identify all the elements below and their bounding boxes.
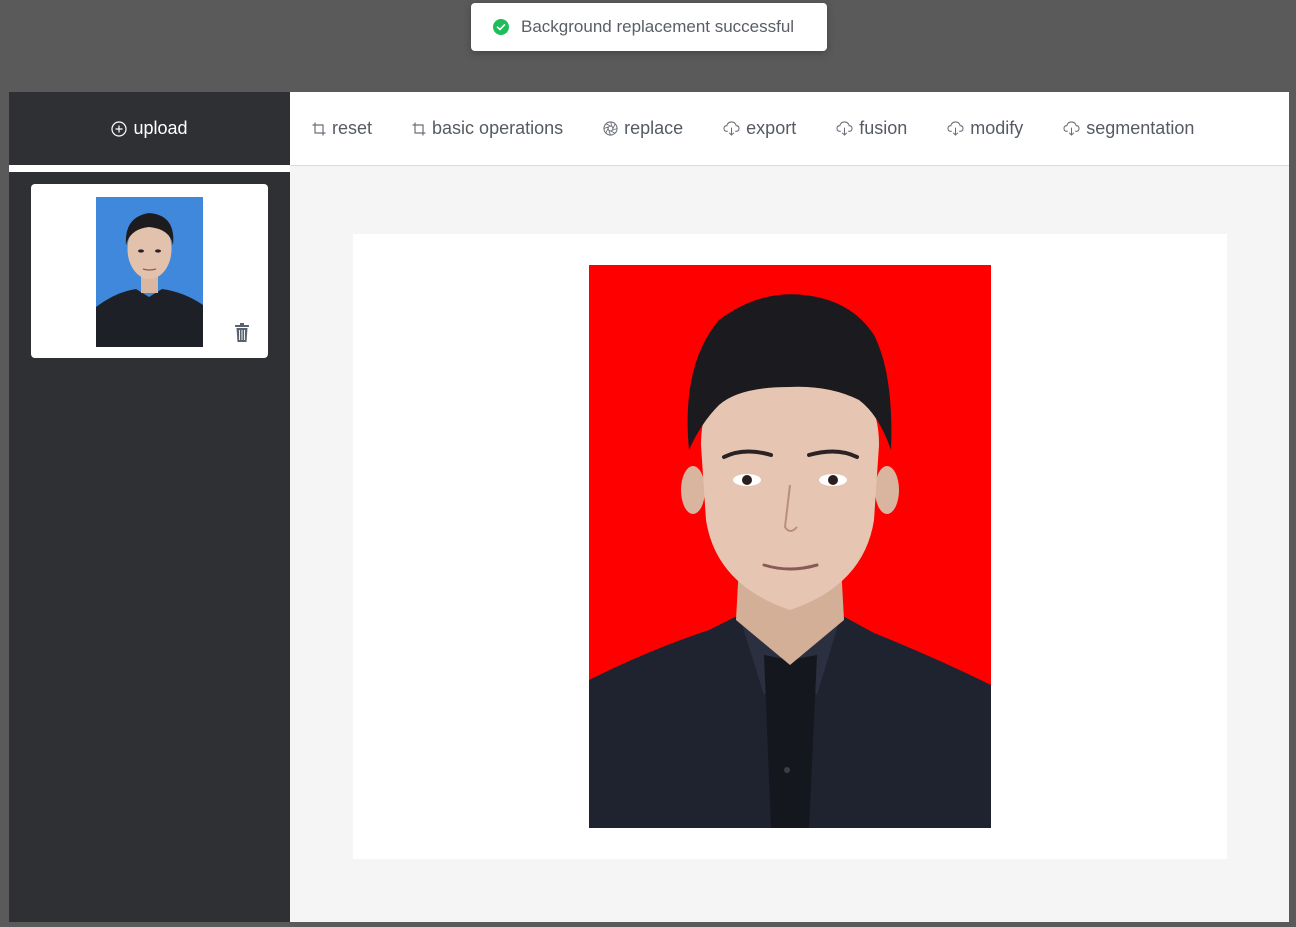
cloud-download-icon [723, 121, 740, 136]
crop-icon [312, 122, 326, 135]
fusion-label: fusion [859, 118, 908, 138]
portrait-photo-graphic [589, 265, 991, 828]
segmentation-button[interactable]: segmentation [1063, 118, 1194, 139]
segmentation-label: segmentation [1086, 118, 1195, 138]
toast-message: Background replacement successful [521, 17, 795, 36]
fusion-button[interactable]: fusion [836, 118, 907, 139]
sidebar: upload [9, 92, 290, 922]
modify-label: modify [970, 118, 1024, 138]
reset-button[interactable]: reset [312, 118, 372, 139]
cloud-download-icon [1063, 121, 1080, 136]
export-button[interactable]: export [723, 118, 796, 139]
toolbar: reset basic operations replace export fu… [290, 92, 1289, 166]
upload-label: upload [133, 118, 188, 138]
success-check-icon [493, 19, 509, 35]
replace-button[interactable]: replace [603, 118, 683, 139]
thumbnail-image[interactable] [96, 197, 203, 347]
upload-button[interactable]: upload [9, 92, 290, 165]
cloud-download-icon [947, 121, 964, 136]
aperture-icon [603, 121, 618, 136]
crop-icon [412, 122, 426, 135]
thumbnail-card[interactable] [31, 184, 268, 358]
reset-label: reset [332, 118, 373, 138]
success-toast: Background replacement successful [471, 3, 827, 51]
trash-icon[interactable] [234, 323, 250, 343]
basic-operations-label: basic operations [432, 118, 564, 138]
replace-label: replace [624, 118, 684, 138]
sidebar-divider [9, 165, 290, 172]
portrait-thumbnail-graphic [96, 197, 203, 347]
modify-button[interactable]: modify [947, 118, 1023, 139]
cloud-download-icon [836, 121, 853, 136]
edited-photo[interactable] [589, 265, 991, 828]
canvas-panel [353, 234, 1227, 859]
plus-circle-icon [111, 120, 128, 137]
app-window: upload reset basic operations replace ex… [9, 92, 1289, 922]
export-label: export [746, 118, 797, 138]
basic-operations-button[interactable]: basic operations [412, 118, 563, 139]
